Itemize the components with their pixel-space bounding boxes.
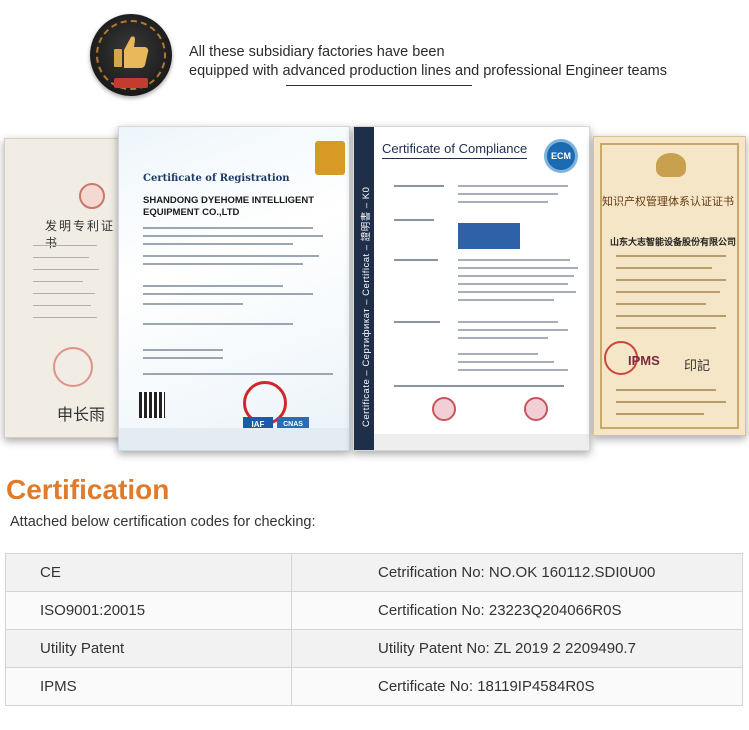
text-line [394, 219, 434, 221]
text-line [616, 327, 716, 329]
table-row: CE Cetrification No: NO.OK 160112.SDI0U0… [6, 554, 743, 592]
text-line [143, 263, 303, 265]
text-line [616, 401, 726, 403]
text-line [458, 259, 570, 261]
compliance-certificate-title: Certificate of Compliance [382, 141, 528, 159]
patent-crest-icon [79, 183, 105, 209]
text-line [458, 201, 548, 203]
text-line [394, 259, 438, 261]
thumbs-up-icon [114, 36, 149, 68]
patent-certificate-image[interactable]: 发明专利证书 申长雨 [4, 138, 124, 438]
text-line [33, 257, 89, 258]
text-line [33, 269, 99, 270]
qr-code-icon [139, 392, 165, 418]
text-line [616, 413, 704, 415]
text-line [616, 315, 726, 317]
ipms-signature: 印記 [684, 359, 711, 374]
certification-name: IPMS [6, 668, 292, 705]
ipms-frame [600, 143, 739, 429]
text-line [458, 275, 574, 277]
registration-company-name: SHANDONG DYEHOME INTELLIGENT EQUIPMENT C… [143, 195, 315, 218]
text-line [458, 193, 558, 195]
table-row: ISO9001:20015 Certification No: 23223Q20… [6, 592, 743, 630]
badge-ribbon [114, 78, 148, 88]
text-line [143, 357, 223, 359]
compliance-stamp-icon [432, 397, 456, 421]
registration-footer [119, 428, 349, 450]
ipms-company-name: 山东大志智能设备股份有限公司 [610, 238, 737, 248]
certification-name: ISO9001:20015 [6, 592, 292, 629]
certificates-gallery: 发明专利证书 申长雨 Certificate of Registration S… [4, 126, 746, 456]
text-line [143, 293, 313, 295]
table-row: IPMS Certificate No: 18119IP4584R0S [6, 668, 743, 706]
text-line [458, 299, 554, 301]
text-line [33, 293, 95, 294]
text-line [143, 243, 293, 245]
text-line [143, 285, 283, 287]
text-line [143, 303, 243, 305]
patent-seal-icon [53, 347, 93, 387]
ipms-certificate-title: 知识产权管理体系认证证书 [602, 195, 734, 208]
ipms-certificate-image[interactable]: 知识产权管理体系认证证书 山东大志智能设备股份有限公司 IPMS 印記 [593, 136, 746, 436]
certification-name: Utility Patent [6, 630, 292, 667]
text-line [458, 353, 538, 355]
text-line [33, 317, 97, 318]
ecm-badge-icon: ECM [544, 139, 578, 173]
certification-subheading: Attached below certification codes for c… [10, 514, 316, 530]
text-line [394, 185, 444, 187]
intro-divider [286, 85, 472, 86]
text-line [143, 227, 313, 229]
text-line [143, 255, 319, 257]
registration-certificate-image[interactable]: Certificate of Registration SHANDONG DYE… [118, 126, 350, 451]
text-line [616, 255, 726, 257]
certification-code: Certificate No: 18119IP4584R0S [292, 668, 743, 705]
text-line [143, 323, 293, 325]
text-line [33, 281, 83, 282]
compliance-footer [374, 434, 589, 450]
text-line [616, 389, 716, 391]
text-line [143, 373, 333, 375]
text-line [394, 321, 440, 323]
registration-certificate-title: Certificate of Registration [143, 173, 290, 184]
compliance-stamp-icon [524, 397, 548, 421]
registrar-logo-icon [315, 141, 345, 175]
ipms-emblem-icon [656, 153, 686, 177]
text-line [33, 245, 97, 246]
ce-mark-box [458, 223, 520, 249]
certification-heading: Certification [6, 474, 170, 505]
patent-signature: 申长雨 [57, 405, 106, 424]
text-line [616, 279, 726, 281]
text-line [458, 337, 548, 339]
text-line [458, 291, 576, 293]
ipms-logo: IPMS [628, 353, 660, 368]
text-line [143, 349, 223, 351]
text-line [458, 267, 578, 269]
text-line [458, 369, 568, 371]
table-row: Utility Patent Utility Patent No: ZL 201… [6, 630, 743, 668]
intro-line-2: equipped with advanced production lines … [189, 63, 668, 79]
text-line [458, 361, 554, 363]
certification-name: CE [6, 554, 292, 591]
certification-table: CE Cetrification No: NO.OK 160112.SDI0U0… [5, 553, 743, 706]
text-line [616, 303, 706, 305]
compliance-side-text: Certificate – Сертификат – Certificat – … [361, 186, 372, 427]
text-line [458, 321, 558, 323]
certification-code: Cetrification No: NO.OK 160112.SDI0U00 [292, 554, 743, 591]
text-line [394, 385, 564, 387]
intro-line-1: All these subsidiary factories have been [189, 44, 445, 60]
intro-text: All these subsidiary factories have been… [189, 43, 667, 81]
text-line [33, 305, 91, 306]
certification-code: Certification No: 23223Q204066R0S [292, 592, 743, 629]
compliance-certificate-image[interactable]: Certificate – Сертификат – Certificat – … [353, 126, 590, 451]
thumbs-up-badge [90, 14, 172, 96]
text-line [458, 329, 568, 331]
text-line [616, 267, 712, 269]
text-line [458, 283, 568, 285]
text-line [143, 235, 323, 237]
certification-code: Utility Patent No: ZL 2019 2 2209490.7 [292, 630, 743, 667]
text-line [458, 185, 568, 187]
text-line [616, 291, 720, 293]
